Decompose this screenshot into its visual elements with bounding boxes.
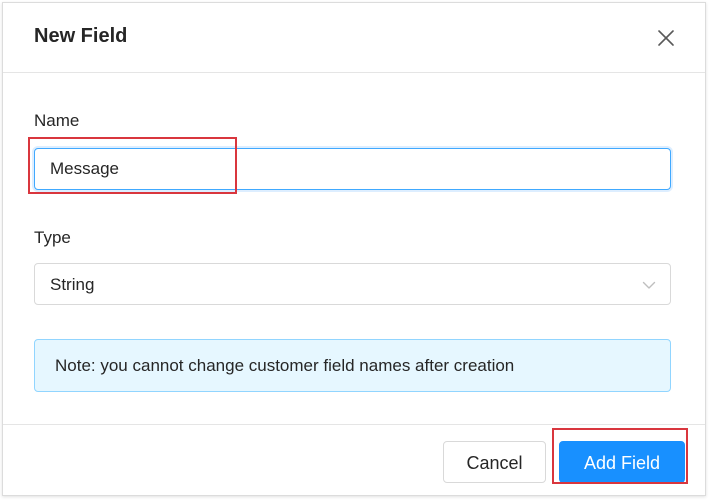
close-button[interactable] <box>653 25 679 51</box>
type-label: Type <box>34 228 71 247</box>
new-field-dialog: New Field Name Type String Note: you can… <box>2 2 706 496</box>
type-select[interactable]: String <box>34 263 671 305</box>
name-label: Name <box>34 111 80 130</box>
chevron-down-icon <box>642 278 656 292</box>
dialog-header: New Field <box>3 3 705 73</box>
close-icon <box>653 25 679 51</box>
name-input[interactable] <box>34 148 671 190</box>
add-field-button[interactable]: Add Field <box>559 441 685 483</box>
dialog-title: New Field <box>34 25 128 47</box>
type-select-value: String <box>50 275 95 294</box>
dialog-footer: Cancel Add Field <box>3 424 705 495</box>
info-note: Note: you cannot change customer field n… <box>34 339 671 392</box>
cancel-button[interactable]: Cancel <box>443 441 546 483</box>
info-note-text: Note: you cannot change customer field n… <box>55 356 515 375</box>
